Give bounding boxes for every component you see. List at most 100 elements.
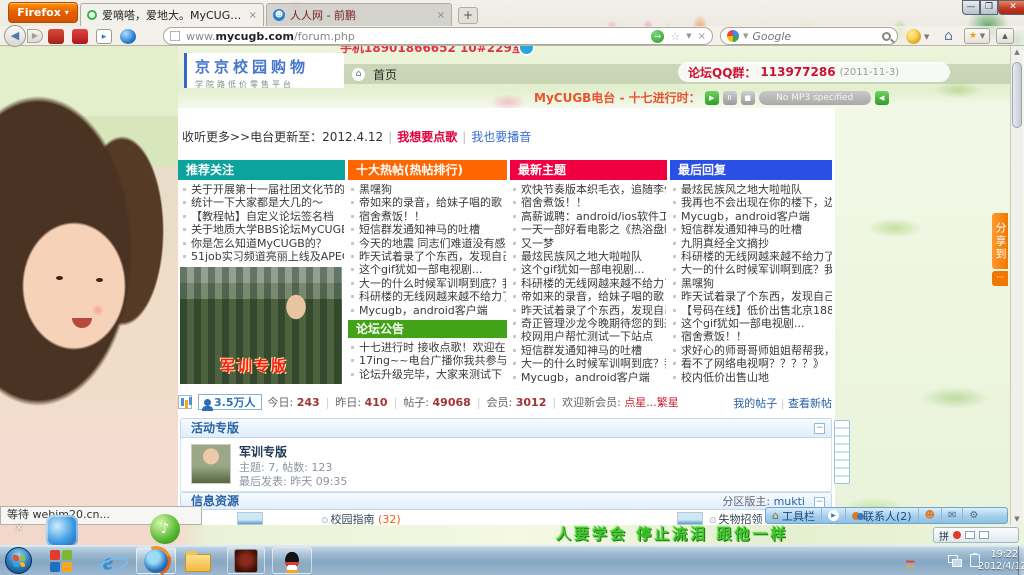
topic-link[interactable]: 统计一下大家都是大几的～ [182,196,344,209]
webim-play-button[interactable]: ▶ [822,508,846,523]
nav-home-link[interactable]: 首页 [373,66,397,83]
webim-mail-button[interactable]: ✉ [942,508,963,523]
forum-row-military[interactable]: 军训专版 主题: 7, 帖数: 123 最后发表: 昨天 09:35 [180,438,832,492]
search-box[interactable]: ▼ [720,27,898,45]
announcement-link[interactable]: 论坛升级完毕，大家来测试下 [350,368,506,381]
view-new-posts-link[interactable]: 查看新帖 [788,397,832,410]
tab-mycugb[interactable]: 爱嘀嗒，爱地大。MyCUGB-我的地... × [80,3,264,26]
topic-link[interactable]: 这个gif犹如一部电视剧... [672,317,832,330]
topic-link[interactable]: 科研楼的无线网越来越不给力了，一会 [672,250,832,263]
topic-link[interactable]: 又一梦 [512,237,666,250]
topic-link[interactable]: 高薪诚聘：android/ios软件工程师、手机 [512,210,666,223]
quick-nav-widget[interactable] [834,420,850,484]
request-song-link[interactable]: 我想要点歌 [397,130,457,144]
topic-link[interactable]: Mycugb，android客户端 [512,371,666,384]
topic-link[interactable]: 关于开展第十一届社团文化节的通知 [182,183,344,196]
taskbar-clock[interactable]: 19:22 2012/4/12 [978,549,1018,573]
taskbar-firefox-button[interactable] [136,547,176,574]
topic-link[interactable]: 帝如来的录音，给妹子唱的歌 [512,290,666,303]
topic-link[interactable]: 昨天试着录了个东西，发现自己的声音 [350,250,506,263]
home-button[interactable]: ⌂ [944,28,953,44]
search-icon[interactable] [882,32,891,41]
forum-link-campus-guide[interactable]: ⊙校园指南 (32) [321,511,401,525]
topic-link[interactable]: 欢快节奏版本织毛衣，追随李佳轩和雯 [512,183,666,196]
military-training-photo[interactable]: 军训专版 [180,267,342,384]
topic-link[interactable]: 我再也不会出现在你的楼下，边照镜子 [672,196,832,209]
bookmark-star-icon[interactable]: ☆ [670,30,680,43]
topic-link[interactable]: 51job实习频道亮丽上线及APEC精英选拔 [182,250,344,263]
tab-renren[interactable]: ☻ 人人网 - 前鹏 × [266,3,452,26]
close-button[interactable]: ✕ [998,0,1024,15]
topic-link[interactable]: 科研楼的无线网越来越不给力了，一会 [512,277,666,290]
pause-button[interactable]: II [723,91,737,105]
taskbar-launcher-icon[interactable] [46,548,76,574]
topic-link[interactable]: 昨天试着录了个东西，发现自己的声音 [672,290,832,303]
listen-more-text[interactable]: 收听更多>>电台更新至：2012.4.12 [182,130,383,144]
taskbar-ie-icon[interactable]: e [93,548,123,574]
forum-name-link[interactable]: 军训专版 [239,443,287,460]
topic-link[interactable]: 奇正管理沙龙今晚期待您的到来！ [512,317,666,330]
topic-link[interactable]: 校网用户帮忙测试一下站点 [512,330,666,343]
topic-link[interactable]: 宿舍煮饭！！ [672,330,832,343]
topic-link[interactable]: 今天的地震 同志们难道没有感觉到震 [350,237,506,250]
topic-link[interactable]: 这个gif犹如一部电视剧... [350,263,506,276]
topic-link[interactable]: 这个gif犹如一部电视剧... [512,263,666,276]
search-input[interactable] [752,30,878,43]
topic-link[interactable]: 一天一部好看电影之《热浴盘时光机》 [512,223,666,236]
smiley-dropdown-icon[interactable]: ▼ [924,33,929,41]
taskbar-game-button[interactable] [227,547,265,574]
show-desktop-button[interactable] [1018,546,1024,575]
taskbar-explorer-icon[interactable] [183,548,213,574]
url-dropdown-icon[interactable]: ▼ [686,32,691,40]
topic-link[interactable]: 看不了网络电视啊？？？？》 [672,357,832,370]
collapse-icon[interactable]: − [814,423,825,434]
qq-group-number[interactable]: 113977286 [760,65,835,79]
addon-red-square-icon[interactable] [72,29,88,44]
share-more-button[interactable]: ··· [992,271,1008,286]
topic-link[interactable]: 大一的什么时候军训啊到底？我们闭幕 [672,263,832,276]
google-logo-icon[interactable] [727,30,739,42]
my-posts-link[interactable]: 我的帖子 [733,397,777,410]
tab-close-icon[interactable]: × [437,10,445,21]
addon-red-book-icon[interactable] [48,29,64,44]
share-sidebar-button[interactable]: 分享到 [992,213,1008,269]
go-button[interactable]: → [651,30,664,43]
addon-page-icon[interactable]: ▸ [96,29,112,44]
play-button[interactable]: ▶ [705,91,719,105]
topic-link[interactable]: 你是怎么知道MyCUGB的？ [182,237,344,250]
addon-blue-ball-icon[interactable] [120,29,136,44]
url-bar[interactable]: www.mycugb.com/forum.php → ☆ ▼ × [163,27,713,45]
new-tab-button[interactable]: + [458,7,478,24]
start-button[interactable] [5,547,32,574]
topic-link[interactable]: 黑嘿狗 [672,277,832,290]
forum-last-post[interactable]: 最后发表: 昨天 09:35 [239,473,347,489]
broadcast-link[interactable]: 我也要播音 [471,130,531,144]
topic-link[interactable]: Mycugb，android客户端 [350,304,506,317]
announcement-link[interactable]: 十七进行时 接收点歌！欢迎在mycugb或 [350,341,506,354]
topic-link[interactable]: 科研楼的无线网越来越不给力了，一会 [350,290,506,303]
floating-app-icon[interactable] [46,515,78,547]
tab-close-icon[interactable]: × [249,10,257,21]
topic-link[interactable]: 昨天试着录了个东西，发现自己的声音 [512,304,666,317]
ime-bar[interactable]: 拼 [933,527,1019,543]
forward-button[interactable]: ▶ [27,29,43,43]
topic-link[interactable]: 【号码在线】低价出售北京1880100段 [672,304,832,317]
webim-settings-button[interactable]: ⚙ [963,508,984,523]
new-member-link[interactable]: 点星...繁星 [624,396,679,409]
section-header-info[interactable]: 信息资源 分区版主: mukti − [180,492,832,510]
section-header-activity[interactable]: 活动专版 − [180,418,832,438]
topic-link[interactable]: 大一的什么时候军训啊到底？我们闭幕 [350,277,506,290]
scrollbar[interactable]: ▲ ▼ [1010,46,1023,525]
webim-toolbar-button[interactable]: ⌂工具栏 [766,508,822,523]
topic-link[interactable]: 帝如来的录音，给妹子唱的歌 [350,196,506,209]
ime-pinyin-label[interactable]: 拼 [939,528,949,543]
scroll-top-button[interactable]: ▲ [996,28,1014,44]
topic-link[interactable]: 宿舍煮饭！！ [512,196,666,209]
search-engine-dropdown-icon[interactable]: ▼ [743,32,748,40]
back-button[interactable]: ◀ [4,25,26,47]
topic-link[interactable]: 关于地质大学BBS论坛MyCUGB的重要声 [182,223,344,236]
topic-link[interactable]: 最炫民族风之地大啦啦队 [672,183,832,196]
firefox-menu-button[interactable]: Firefox ▾ [8,2,78,23]
scroll-up-icon[interactable]: ▲ [1011,48,1023,56]
scrollbar-thumb[interactable] [1012,62,1022,128]
